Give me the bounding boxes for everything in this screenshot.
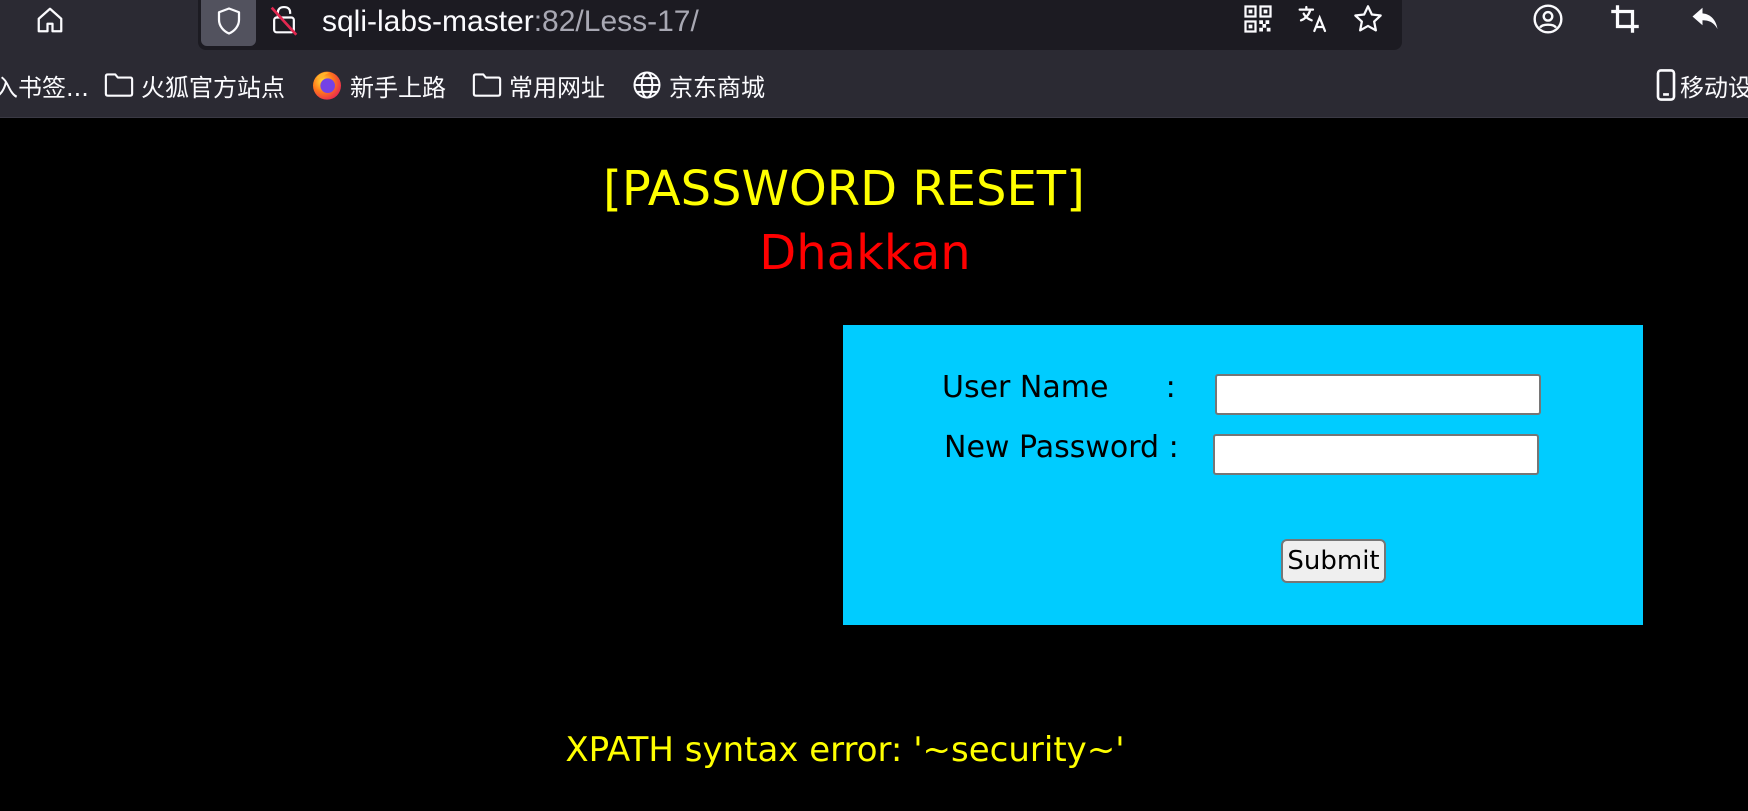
username-input[interactable] <box>1215 374 1541 415</box>
account-icon <box>1532 3 1564 39</box>
tracking-protection-button[interactable] <box>201 0 256 46</box>
home-button[interactable] <box>27 0 73 44</box>
translate-button[interactable] <box>1290 0 1336 42</box>
bookmark-getting-started[interactable]: 新手上路 <box>311 65 446 105</box>
url-text[interactable]: sqli-labs-master:82/Less-17/ <box>322 2 699 42</box>
browser-toolbar: sqli-labs-master:82/Less-17/ <box>0 0 1748 55</box>
folder-icon <box>104 72 134 98</box>
folder-icon <box>472 72 502 98</box>
crop-icon <box>1610 4 1640 38</box>
shield-icon <box>214 6 244 40</box>
bookmark-jd-mall[interactable]: 京东商城 <box>632 65 765 105</box>
account-button[interactable] <box>1523 0 1573 42</box>
new-password-input[interactable] <box>1213 434 1539 475</box>
globe-icon <box>632 70 662 100</box>
username-label: User Name : <box>942 370 1176 405</box>
insecure-lock-icon <box>269 4 299 40</box>
qr-code-button[interactable] <box>1235 0 1281 42</box>
bookmark-mobile[interactable]: 移动设 <box>1655 65 1748 105</box>
page-content: [PASSWORD RESET] Dhakkan User Name : New… <box>0 118 1748 811</box>
bookmark-label: 常用网址 <box>509 73 605 102</box>
bookmark-label: 入书签... <box>0 73 89 102</box>
firefox-icon <box>311 69 343 101</box>
bookmark-label: 移动设 <box>1680 73 1748 102</box>
password-reset-form: User Name : New Password : Submit <box>843 325 1643 625</box>
bookmark-label: 新手上路 <box>350 73 446 102</box>
error-message: XPATH syntax error: '~security~' <box>565 730 1125 770</box>
bookmark-common-sites[interactable]: 常用网址 <box>472 65 605 105</box>
bookmark-star-icon <box>1352 3 1384 39</box>
undo-button[interactable] <box>1680 0 1730 42</box>
bookmark-label: 京东商城 <box>669 73 765 102</box>
url-bar[interactable]: sqli-labs-master:82/Less-17/ <box>198 0 1402 50</box>
bookmark-star-button[interactable] <box>1345 0 1391 42</box>
qr-code-icon <box>1243 4 1273 38</box>
site-info-button[interactable] <box>266 2 302 42</box>
url-path: :82/Less-17/ <box>533 5 699 38</box>
new-password-label: New Password : <box>944 430 1179 465</box>
screenshot-button[interactable] <box>1600 0 1650 42</box>
bookmark-firefox-official[interactable]: 火狐官方站点 <box>104 65 285 105</box>
home-icon <box>35 5 65 39</box>
url-host: sqli-labs-master <box>322 5 534 38</box>
mobile-icon <box>1655 69 1677 101</box>
submit-button[interactable]: Submit <box>1281 539 1386 583</box>
translate-icon <box>1297 3 1329 39</box>
bookmark-import[interactable]: 入书签... <box>0 65 89 105</box>
page-title: [PASSWORD RESET] <box>603 161 1085 217</box>
bookmarks-toolbar: 入书签... 火狐官方站点 新手上路 常用网址 京东商城 移动设 <box>0 55 1748 118</box>
page-subtitle: Dhakkan <box>759 225 971 281</box>
bookmark-label: 火狐官方站点 <box>141 73 285 102</box>
undo-icon <box>1690 4 1720 38</box>
